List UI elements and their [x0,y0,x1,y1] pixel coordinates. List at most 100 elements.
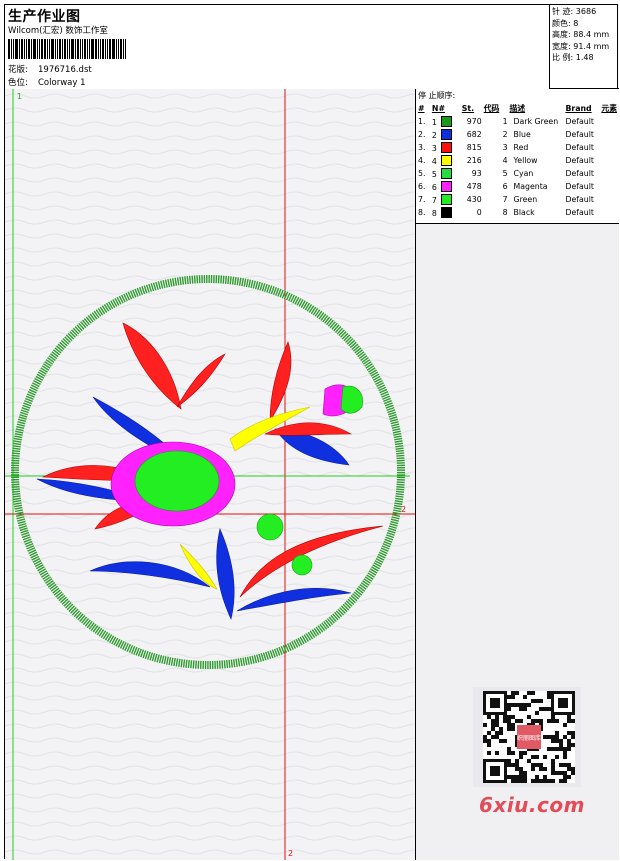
qr-module [507,763,511,767]
color-row[interactable]: 6. 6 478 6 Magenta Default [418,180,619,193]
barcode-bar [21,39,23,59]
qr-module [551,739,555,743]
qr-module [555,735,559,739]
barcode-bar [41,39,43,59]
barcode-bar [67,39,68,59]
qr-module [503,719,507,723]
row-stitches: 430 [466,195,482,204]
qr-module [523,771,527,775]
color-swatch [440,168,452,179]
row-needle: 5 [432,167,462,180]
scale-value: 1.48 [575,53,594,62]
qr-module [507,715,511,719]
color-row[interactable]: 5. 5 93 5 Cyan Default [418,167,619,180]
height-row: 高度: 88.4 mm [552,29,619,41]
row-index: 1. [418,117,426,126]
qr-module [559,763,563,767]
design-canvas[interactable]: 1 2 2 [5,89,415,860]
qr-module [543,735,547,739]
qr-module [567,767,571,771]
color-row[interactable]: 7. 7 430 7 Green Default [418,193,619,206]
qr-module [551,767,555,771]
qr-module [567,747,571,751]
barcode-bar [57,39,58,59]
qr-module [515,691,519,695]
stitches-row: 针 迹: 3686 [552,6,619,18]
qr-module [547,747,551,751]
qr-module [491,735,495,739]
qr-module [571,767,575,771]
color-row[interactable]: 8. 8 0 8 Black Default [418,206,619,219]
qr-module [487,743,491,747]
color-row[interactable]: 1. 1 970 1 Dark Green Default [418,115,619,128]
qr-module [511,727,515,731]
color-row[interactable]: 3. 3 815 3 Red Default [418,141,619,154]
row-description: Yellow [513,156,538,165]
qr-module [535,711,539,715]
qr-code-graphic: 织丽图库 [483,691,575,783]
qr-module [495,751,499,755]
qr-module [523,695,527,699]
row-code: 4 [502,156,508,165]
qr-module [527,703,531,707]
qr-module [563,755,567,759]
qr-module [519,779,523,783]
qr-module [519,719,523,723]
qr-module [539,763,543,767]
row-description: Blue [513,130,531,139]
qr-module [535,763,539,767]
qr-module [491,727,495,731]
qr-module [571,771,575,775]
row-brand: Default [565,156,594,165]
qr-module [551,759,555,763]
qr-module [563,779,567,783]
color-row[interactable]: 4. 4 216 4 Yellow Default [418,154,619,167]
qr-module [511,715,515,719]
row-description: Red [513,143,529,152]
qr-module [563,763,567,767]
barcode-bar [80,39,81,59]
qr-module [519,771,523,775]
design-label: 花版: [8,65,28,75]
qr-module [507,759,511,763]
row-needle: 2 [432,128,462,141]
qr-module [507,775,511,779]
qr-module [487,751,491,755]
qr-module [539,767,543,771]
barcode-bar [69,39,70,59]
qr-module [563,723,567,727]
barcode-bar [8,39,10,59]
qr-module [523,707,527,711]
qr-module [567,763,571,767]
qr-module [563,735,567,739]
qr-module [507,719,511,723]
qr-module [535,699,539,703]
color-swatch [440,142,452,153]
row-needle: 1 [432,115,462,128]
site-watermark: 6xiu.com [479,793,585,817]
row-code: 8 [502,208,508,217]
barcode-bar [24,39,25,59]
qr-module [511,751,515,755]
row-stitches: 0 [476,208,482,217]
needle-number: 4 [431,157,437,166]
qr-module [531,719,535,723]
qr-module [555,755,559,759]
row-stitches: 682 [466,130,482,139]
color-swatch [440,129,452,140]
color-row[interactable]: 2. 2 682 2 Blue Default [418,128,619,141]
qr-module [547,719,551,723]
barcode-bar [71,39,74,59]
color-swatch [440,116,452,127]
qr-module [495,719,499,723]
row-element [601,128,619,141]
qr-module [539,699,543,703]
qr-module [567,715,571,719]
barcode-bar [47,39,48,59]
company-name: Wilcom(汇宏) 数饰工作室 [8,26,108,36]
height-label: 高度: [552,30,571,39]
row-element [601,141,619,154]
qr-module [495,723,499,727]
qr-module [543,779,547,783]
qr-module [527,691,531,695]
